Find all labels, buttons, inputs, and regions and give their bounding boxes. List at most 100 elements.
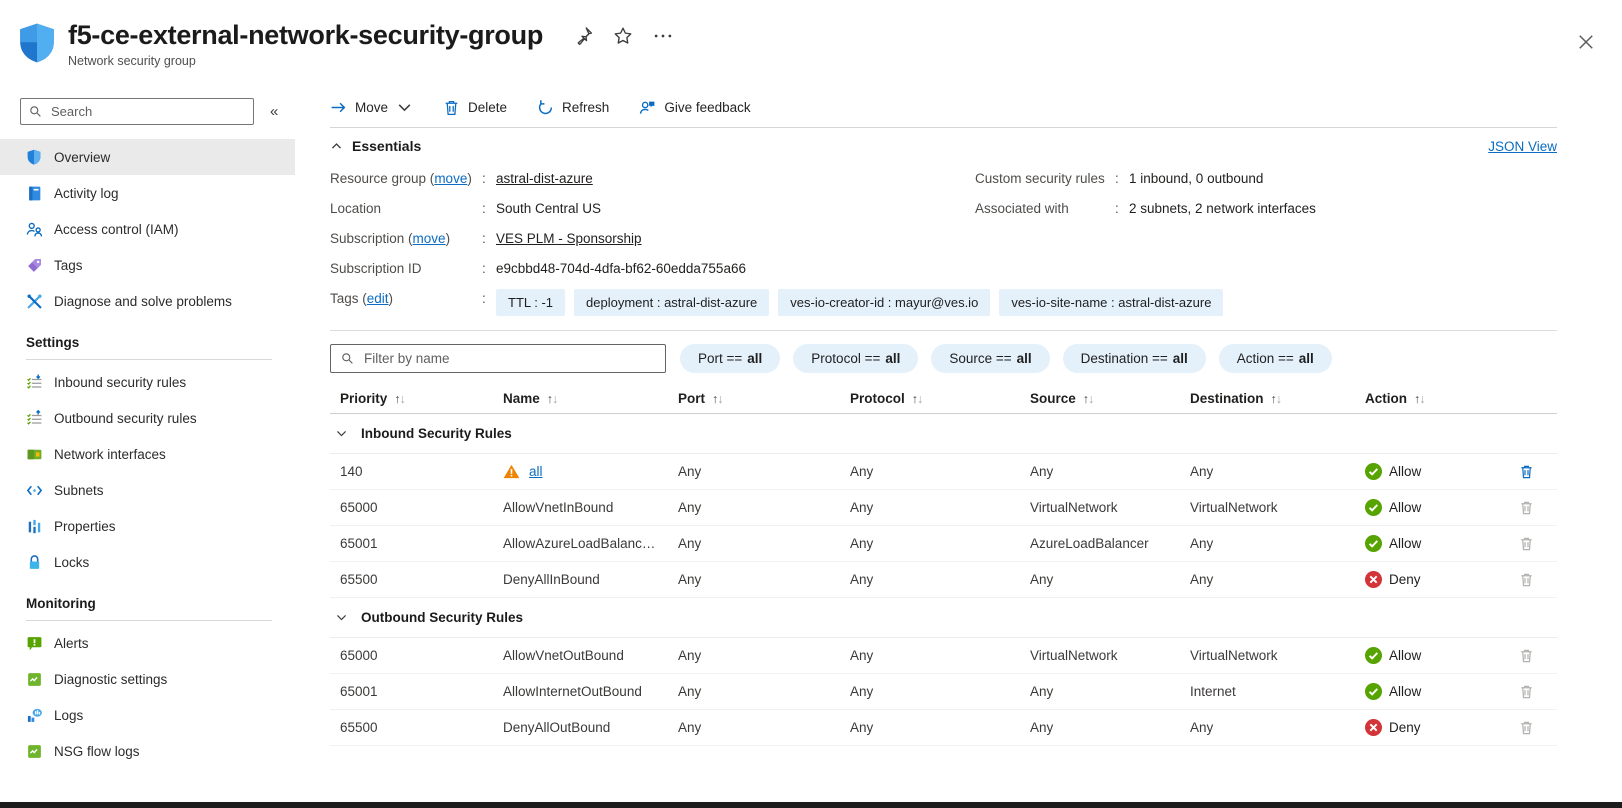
column-header-protocol[interactable]: Protocol↑↓ xyxy=(850,391,1030,406)
sidebar-item-logs[interactable]: Logs xyxy=(0,697,295,733)
filter-pill-source[interactable]: Source ==all xyxy=(931,344,1049,373)
subscription-move-link[interactable]: move xyxy=(413,231,446,246)
favorite-star-icon[interactable] xyxy=(613,26,633,46)
sidebar-item-outbound-rules[interactable]: Outbound security rules xyxy=(0,400,295,436)
cell-protocol: Any xyxy=(850,648,1030,663)
column-header-name[interactable]: Name↑↓ xyxy=(503,391,678,406)
sidebar-item-nsg-flow-logs[interactable]: NSG flow logs xyxy=(0,733,295,769)
tag-pill[interactable]: TTL : -1 xyxy=(496,289,565,316)
filter-by-name-box[interactable] xyxy=(330,344,666,373)
more-options-icon[interactable] xyxy=(653,26,673,46)
cell-port: Any xyxy=(678,648,850,663)
rule-name-link[interactable]: all xyxy=(529,464,543,479)
table-row[interactable]: 65001 AllowAzureLoadBalanc… Any Any Azur… xyxy=(330,526,1557,562)
filter-pill-port[interactable]: Port ==all xyxy=(680,344,780,373)
search-icon xyxy=(29,105,42,118)
resource-group-value-link[interactable]: astral-dist-azure xyxy=(496,169,593,188)
sidebar-item-network-interfaces[interactable]: Network interfaces xyxy=(0,436,295,472)
cell-priority: 65001 xyxy=(340,536,503,551)
tag-pill[interactable]: deployment : astral-dist-azure xyxy=(574,289,769,316)
chevron-down-icon xyxy=(335,427,348,440)
table-row[interactable]: 65500 DenyAllOutBound Any Any Any Any De… xyxy=(330,710,1557,746)
sidebar-search-input[interactable] xyxy=(49,103,245,120)
sidebar-item-access-control[interactable]: Access control (IAM) xyxy=(0,211,295,247)
resource-group-move-link[interactable]: move xyxy=(434,171,467,186)
sidebar-item-activity-log[interactable]: Activity log xyxy=(0,175,295,211)
cell-priority: 65000 xyxy=(340,648,503,663)
sidebar-item-label: Overview xyxy=(54,150,110,165)
sidebar-item-overview[interactable]: Overview xyxy=(0,139,295,175)
close-icon[interactable] xyxy=(1576,32,1596,52)
delete-rule-button[interactable] xyxy=(1517,463,1557,480)
cell-port: Any xyxy=(678,572,850,587)
column-header-priority[interactable]: Priority↑↓ xyxy=(340,391,503,406)
pin-icon[interactable] xyxy=(573,26,593,46)
table-row[interactable]: 65001 AllowInternetOutBound Any Any Any … xyxy=(330,674,1557,710)
delete-rule-button[interactable] xyxy=(1517,499,1557,516)
give-feedback-button[interactable]: Give feedback xyxy=(639,99,750,116)
sidebar-item-properties[interactable]: Properties xyxy=(0,508,295,544)
column-header-destination[interactable]: Destination↑↓ xyxy=(1190,391,1365,406)
sidebar-item-alerts[interactable]: Alerts xyxy=(0,625,295,661)
delete-button[interactable]: Delete xyxy=(443,99,507,116)
delete-rule-button[interactable] xyxy=(1517,535,1557,552)
tag-pill[interactable]: ves-io-creator-id : mayur@ves.io xyxy=(778,289,990,316)
activity-log-icon xyxy=(26,185,43,202)
table-row[interactable]: 140 all Any Any Any Any Allow xyxy=(330,454,1557,490)
move-button[interactable]: Move xyxy=(330,99,413,116)
sidebar-search-box[interactable] xyxy=(20,98,254,125)
subscription-value-link[interactable]: VES PLM - Sponsorship xyxy=(496,229,642,248)
tag-pill[interactable]: ves-io-site-name : astral-dist-azure xyxy=(999,289,1223,316)
cell-port: Any xyxy=(678,684,850,699)
filter-pill-action[interactable]: Action ==all xyxy=(1219,344,1332,373)
group-header-outbound[interactable]: Outbound Security Rules xyxy=(330,598,1557,638)
essentials-collapse-toggle[interactable]: Essentials xyxy=(330,138,421,154)
essentials-associated-row: Associated with : 2 subnets, 2 network i… xyxy=(975,199,1557,218)
lock-icon xyxy=(26,554,43,571)
logs-icon xyxy=(26,707,43,724)
tag-icon xyxy=(26,257,43,274)
sidebar-item-label: Activity log xyxy=(54,186,119,201)
sidebar-item-diagnose[interactable]: Diagnose and solve problems xyxy=(0,283,295,319)
page-title: f5-ce-external-network-security-group xyxy=(68,20,543,51)
column-header-port[interactable]: Port↑↓ xyxy=(678,391,850,406)
nsg-flow-logs-icon xyxy=(26,743,43,760)
sidebar-item-tags[interactable]: Tags xyxy=(0,247,295,283)
cell-priority: 65500 xyxy=(340,720,503,735)
cell-port: Any xyxy=(678,536,850,551)
essentials-section: Essentials JSON View Resource group (mov… xyxy=(330,128,1557,331)
delete-rule-button[interactable] xyxy=(1517,719,1557,736)
sidebar-item-subnets[interactable]: Subnets xyxy=(0,472,295,508)
custom-rules-value: 1 inbound, 0 outbound xyxy=(1129,169,1263,188)
filter-pill-destination[interactable]: Destination ==all xyxy=(1063,344,1206,373)
cell-name: AllowVnetOutBound xyxy=(503,648,678,663)
collapse-menu-button[interactable]: « xyxy=(270,103,278,120)
associated-with-value: 2 subnets, 2 network interfaces xyxy=(1129,199,1316,218)
table-row[interactable]: 65000 AllowVnetOutBound Any Any VirtualN… xyxy=(330,638,1557,674)
delete-rule-button[interactable] xyxy=(1517,647,1557,664)
subscription-id-value: e9cbbd48-704d-4dfa-bf62-60edda755a66 xyxy=(496,259,746,278)
filter-by-name-input[interactable] xyxy=(362,350,655,367)
sidebar-item-diagnostic-settings[interactable]: Diagnostic settings xyxy=(0,661,295,697)
people-icon xyxy=(26,221,43,238)
allow-check-icon xyxy=(1365,499,1382,516)
sidebar-item-locks[interactable]: Locks xyxy=(0,544,295,580)
group-header-inbound[interactable]: Inbound Security Rules xyxy=(330,414,1557,454)
json-view-link[interactable]: JSON View xyxy=(1488,139,1557,154)
cell-port: Any xyxy=(678,500,850,515)
refresh-button[interactable]: Refresh xyxy=(537,99,609,116)
tags-edit-link[interactable]: edit xyxy=(367,291,389,306)
column-header-source[interactable]: Source↑↓ xyxy=(1030,391,1190,406)
cell-destination: Internet xyxy=(1190,684,1365,699)
cell-protocol: Any xyxy=(850,500,1030,515)
cell-source: VirtualNetwork xyxy=(1030,648,1190,663)
column-header-action[interactable]: Action↑↓ xyxy=(1365,391,1517,406)
filter-pill-protocol[interactable]: Protocol ==all xyxy=(793,344,918,373)
location-label: Location xyxy=(330,199,482,218)
table-row[interactable]: 65000 AllowVnetInBound Any Any VirtualNe… xyxy=(330,490,1557,526)
delete-rule-button[interactable] xyxy=(1517,683,1557,700)
delete-rule-button[interactable] xyxy=(1517,571,1557,588)
table-row[interactable]: 65500 DenyAllInBound Any Any Any Any Den… xyxy=(330,562,1557,598)
cell-protocol: Any xyxy=(850,536,1030,551)
sidebar-item-inbound-rules[interactable]: Inbound security rules xyxy=(0,364,295,400)
